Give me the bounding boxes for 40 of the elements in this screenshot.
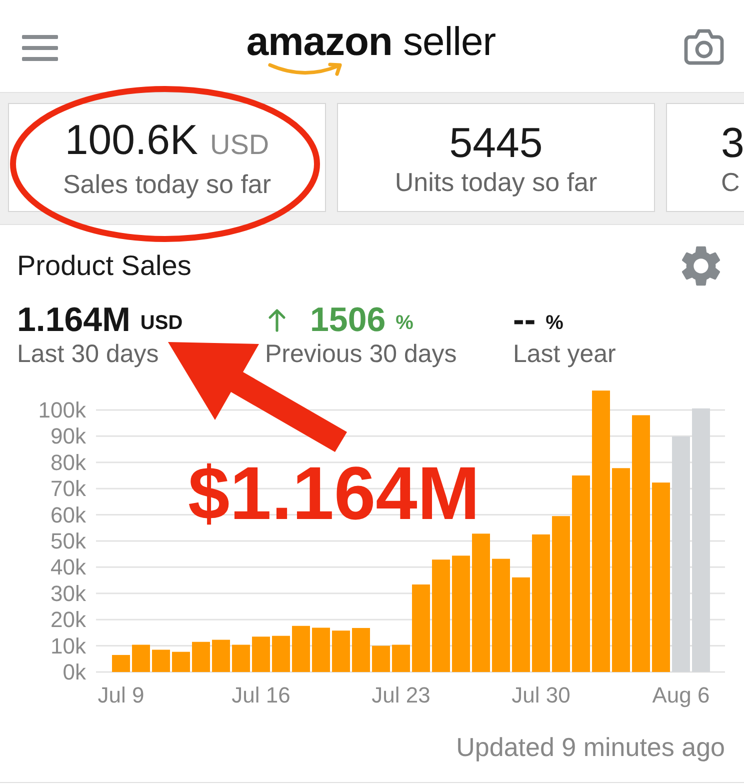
x-axis-label: Jul 9 <box>98 682 144 708</box>
camera-icon[interactable] <box>684 28 724 64</box>
card-label: C <box>721 166 740 196</box>
y-axis-label: 90k <box>50 424 86 449</box>
metric-label: Previous 30 days <box>265 340 457 368</box>
annotation-text: $1.164M <box>188 456 480 531</box>
y-axis-label: 40k <box>50 554 86 580</box>
updated-text: Updated 9 minutes ago <box>456 732 725 762</box>
metric-value: -- <box>513 301 536 339</box>
card-label: Units today so far <box>394 166 598 196</box>
x-axis-label: Jul 23 <box>372 682 430 708</box>
card-label: Sales today so far <box>62 169 272 199</box>
y-axis-label: 50k <box>50 528 86 554</box>
y-axis-label: 100k <box>38 397 86 422</box>
up-arrow-icon <box>268 308 286 332</box>
y-axis-label: 20k <box>50 607 86 632</box>
metric-label: Last 30 days <box>17 340 159 368</box>
card-value: 5445 <box>449 118 543 166</box>
y-axis-label: 10k <box>50 633 86 658</box>
x-axis-label: Aug 6 <box>652 682 710 708</box>
card-value: 3 <box>721 118 744 166</box>
metric-label: Last year <box>513 340 616 368</box>
section-title: Product Sales <box>17 250 192 282</box>
y-axis-label: 30k <box>50 580 86 606</box>
metric-unit: % <box>396 313 414 333</box>
metric-value: 1506 <box>310 301 386 339</box>
metric-value: 1.164M <box>17 301 130 339</box>
metric-unit: USD <box>140 313 183 333</box>
x-axis-label: Jul 16 <box>232 682 290 708</box>
y-axis-label: 60k <box>50 502 86 528</box>
x-axis-label: Jul 30 <box>512 682 570 708</box>
card-value: 100.6K <box>64 116 198 164</box>
metric-unit: % <box>546 313 564 333</box>
y-axis-label: 80k <box>50 450 86 475</box>
menu-icon[interactable] <box>22 35 58 61</box>
settings-icon[interactable] <box>681 246 721 286</box>
y-axis-label: 0k <box>62 660 86 684</box>
y-axis-label: 70k <box>50 476 86 502</box>
card-unit: USD <box>210 128 270 162</box>
logo-text: amazon seller <box>246 22 496 62</box>
